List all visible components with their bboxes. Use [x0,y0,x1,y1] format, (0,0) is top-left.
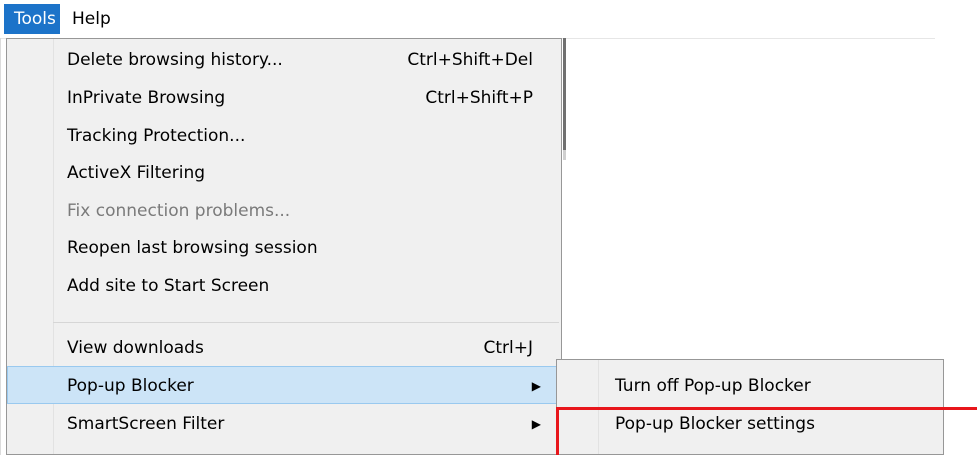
menu-item-label: SmartScreen Filter [67,414,225,434]
menu-help[interactable]: Help [62,4,122,34]
menu-item-add-site-to-start-screen[interactable]: Add site to Start Screen [7,267,561,305]
menu-item-label: Add site to Start Screen [67,276,270,296]
menu-item-shortcut: Ctrl+J [483,338,533,358]
menu-item-reopen-last-session[interactable]: Reopen last browsing session [7,229,561,267]
menu-item-label: Pop-up Blocker settings [615,414,815,434]
menu-separator [53,322,559,323]
menu-bar: Tools Help [0,0,935,39]
annotation-highlight-left [556,407,559,455]
tools-dropdown-menu: Delete browsing history... Ctrl+Shift+De… [6,38,562,455]
menu-item-popup-blocker[interactable]: Pop-up Blocker ▶ [7,366,561,404]
annotation-highlight-top [556,407,977,410]
menu-item-fix-connection-problems: Fix connection problems... [7,192,561,230]
page-edge-shadow-light [563,150,566,160]
menu-item-turn-off-popup-blocker[interactable]: Turn off Pop-up Blocker [557,367,943,405]
menu-item-label: Turn off Pop-up Blocker [615,376,811,396]
menu-item-label: Delete browsing history... [67,50,283,70]
menu-item-label: ActiveX Filtering [67,163,206,183]
menu-item-label: Fix connection problems... [67,201,291,221]
menu-item-view-downloads[interactable]: View downloads Ctrl+J [7,329,561,367]
menu-item-label: View downloads [67,338,204,358]
menu-item-label: Pop-up Blocker [67,376,194,396]
page-edge-shadow [563,38,566,150]
menu-item-label: InPrivate Browsing [67,88,226,108]
menu-item-label: Tracking Protection... [67,126,246,146]
menu-item-inprivate-browsing[interactable]: InPrivate Browsing Ctrl+Shift+P [7,79,561,117]
menu-tools[interactable]: Tools [4,4,60,34]
menu-item-smartscreen-filter[interactable]: SmartScreen Filter ▶ [7,405,561,443]
chevron-right-icon: ▶ [531,417,541,431]
menu-item-delete-browsing-history[interactable]: Delete browsing history... Ctrl+Shift+De… [7,41,561,79]
window-edge [0,38,1,455]
chevron-right-icon: ▶ [531,379,541,393]
menu-item-activex-filtering[interactable]: ActiveX Filtering [7,154,561,192]
menu-item-shortcut: Ctrl+Shift+Del [407,50,533,70]
menu-item-shortcut: Ctrl+Shift+P [425,88,533,108]
menu-item-label: Reopen last browsing session [67,238,318,258]
menu-item-tracking-protection[interactable]: Tracking Protection... [7,117,561,155]
menu-item-popup-blocker-settings[interactable]: Pop-up Blocker settings [557,405,943,443]
